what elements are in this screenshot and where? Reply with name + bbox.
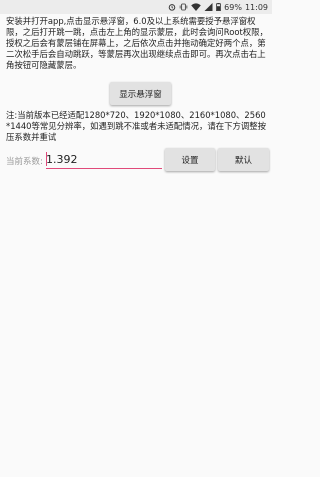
default-button[interactable]: 默认 <box>218 148 269 171</box>
resolution-note: 注:当前版本已经适配1280*720、1920*1080、2160*1080、2… <box>6 110 266 142</box>
battery-icon <box>216 3 222 11</box>
alarm-icon <box>168 3 176 11</box>
clock: 11:09 <box>244 2 268 12</box>
status-bar: 69% 11:09 <box>0 0 272 14</box>
factor-row: 当前系数: 设置 默认 <box>6 148 269 172</box>
signal-icon <box>204 3 213 11</box>
instructions-text: 安装并打开app,点击显示悬浮窗，6.0及以上系统需要授予悬浮窗权限，之后打开跳… <box>6 16 268 70</box>
factor-label: 当前系数: <box>6 157 43 167</box>
show-overlay-button[interactable]: 显示悬浮窗 <box>110 82 171 105</box>
wifi-icon <box>191 3 201 11</box>
set-button[interactable]: 设置 <box>165 148 215 171</box>
factor-input[interactable] <box>46 150 162 169</box>
vibrate-icon <box>179 3 188 11</box>
battery-percentage: 69% <box>224 2 242 12</box>
text-cursor <box>46 152 47 166</box>
main-content: 安装并打开app,点击显示悬浮窗，6.0及以上系统需要授予悬浮窗权限，之后打开跳… <box>6 16 269 171</box>
